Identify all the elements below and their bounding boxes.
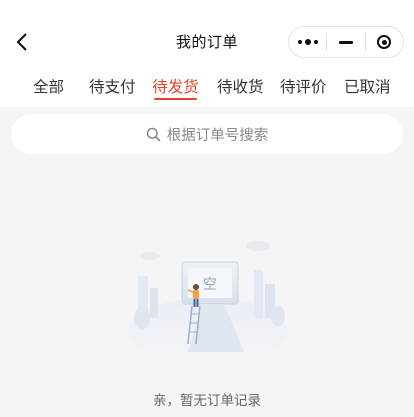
- active-tab-indicator: [154, 98, 197, 100]
- more-button[interactable]: [289, 27, 326, 57]
- empty-state-illustration: 空: [122, 232, 294, 372]
- target-icon: [377, 35, 392, 49]
- search-icon: [146, 127, 161, 142]
- order-status-tabs: 全部 待支付 待发货 待收货 待评价 已取消: [0, 72, 414, 106]
- tab-pending-receipt[interactable]: 待收货: [217, 72, 264, 106]
- tab-label: 待评价: [280, 78, 327, 96]
- search-input[interactable]: 根据订单号搜索: [167, 124, 269, 145]
- tab-all[interactable]: 全部: [33, 72, 64, 106]
- tab-label: 待收货: [217, 78, 264, 96]
- tab-pending-shipment[interactable]: 待发货: [152, 72, 199, 106]
- minimize-icon: [338, 40, 353, 44]
- empty-state-message: 亲，暂无订单记录: [153, 393, 261, 409]
- close-program-button[interactable]: [366, 27, 403, 57]
- empty-sign-text: 空: [203, 277, 217, 293]
- tab-pending-payment[interactable]: 待支付: [89, 72, 136, 106]
- tab-pending-review[interactable]: 待评价: [280, 72, 327, 106]
- header-area: 我的订单 全部 待支付 待发货 待收货 待评价 已取消: [0, 0, 414, 107]
- more-dots-icon: [297, 39, 318, 45]
- tab-label: 待支付: [89, 78, 136, 96]
- tab-label: 已取消: [344, 78, 391, 96]
- minimize-button[interactable]: [327, 27, 364, 57]
- nav-bar: 我的订单: [0, 0, 414, 62]
- mini-program-capsule: [288, 26, 404, 58]
- search-bar[interactable]: 根据订单号搜索: [11, 114, 403, 154]
- tab-label: 全部: [33, 78, 65, 96]
- tab-cancelled[interactable]: 已取消: [344, 72, 391, 106]
